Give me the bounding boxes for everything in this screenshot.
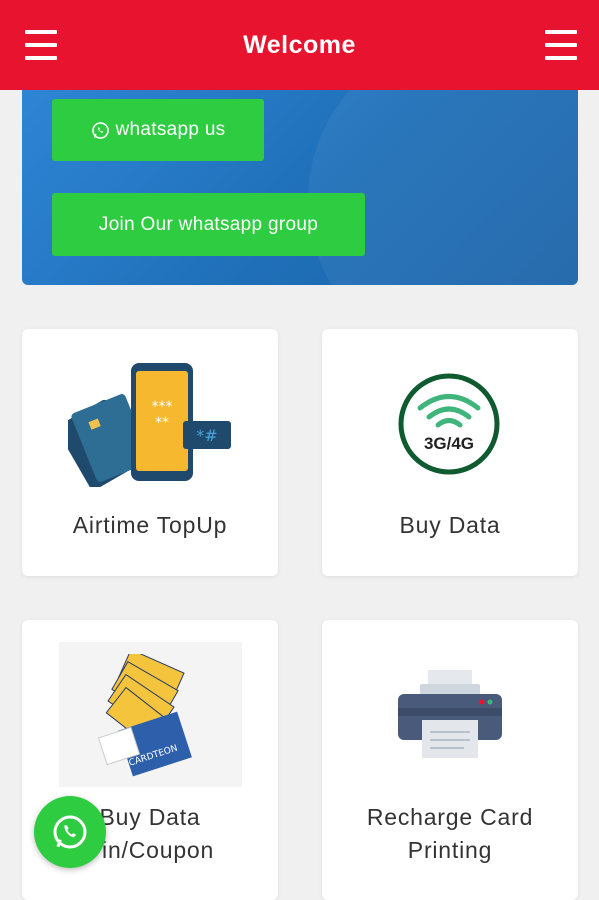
svg-text:*#: *# [196,426,217,445]
whatsapp-us-label: whatsapp us [115,119,226,140]
app-bar: Welcome [0,0,599,90]
menu-icon-right[interactable] [545,30,577,60]
recharge-card-label-line2: Printing [407,837,493,863]
whatsapp-icon [91,121,110,140]
contact-banner: whatsapp us Join Our whatsapp group [22,75,578,285]
recharge-card-label-line1: Recharge Card [366,804,534,830]
menu-icon[interactable] [25,30,57,60]
airtime-topup-card[interactable]: *** ** *# Airtime TopUp [22,329,278,576]
airtime-topup-label: Airtime TopUp [72,512,228,538]
svg-text:**: ** [155,415,169,431]
svg-text:***: *** [152,399,173,415]
whatsapp-us-button[interactable]: whatsapp us [52,99,264,161]
whatsapp-fab-button[interactable] [34,796,106,868]
wifi-3g4g-icon: 3G/4G [398,373,500,475]
buy-data-label: Buy Data [399,512,501,538]
3g4g-text: 3G/4G [424,434,474,453]
buy-data-card[interactable]: 3G/4G Buy Data [322,329,578,576]
recharge-card-printing-card[interactable]: Recharge Card Printing [322,620,578,900]
join-whatsapp-group-button[interactable]: Join Our whatsapp group [52,193,365,256]
printer-icon [398,670,502,758]
page-title: Welcome [243,30,356,59]
scratch-cards-icon: CARDTEON [97,654,192,777]
join-group-label: Join Our whatsapp group [98,213,319,235]
whatsapp-icon [53,815,87,849]
phone-cards-icon: *** ** *# [68,363,231,487]
